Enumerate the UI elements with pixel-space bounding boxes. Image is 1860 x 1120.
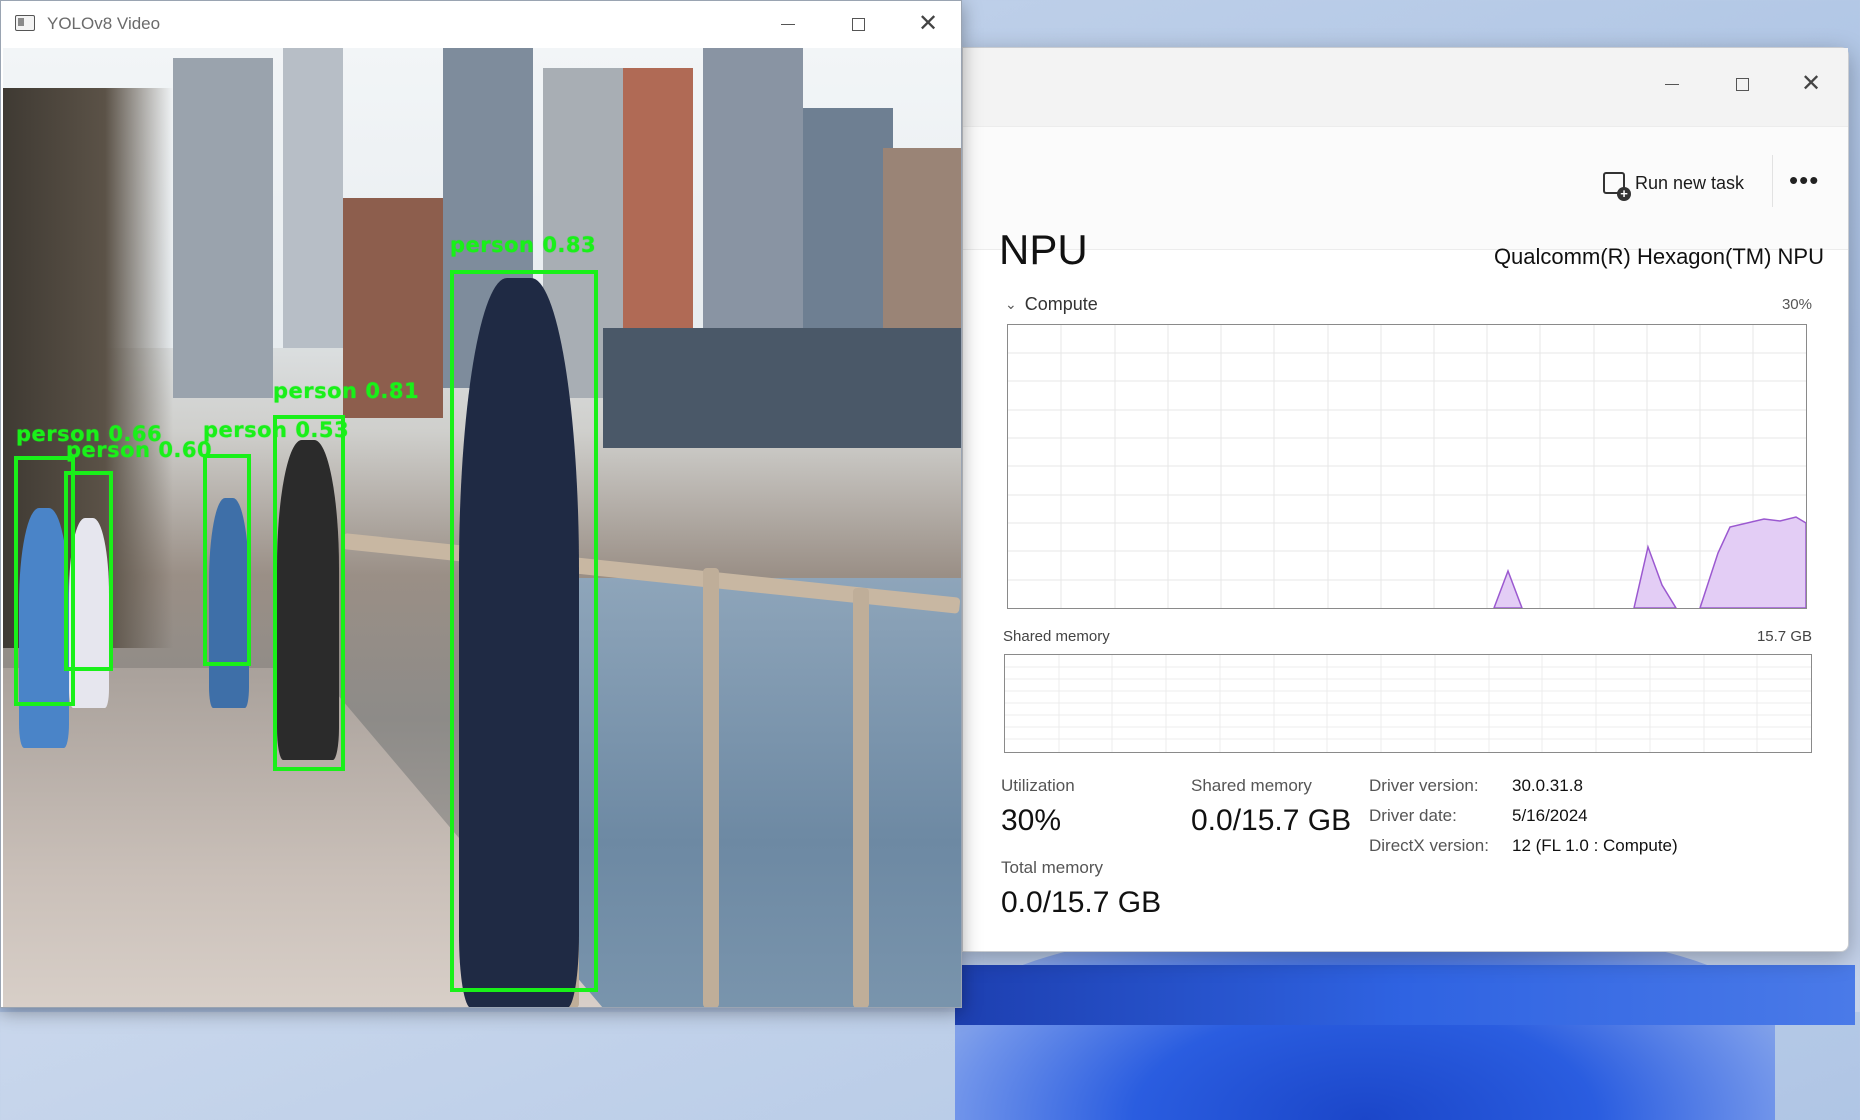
run-new-task-label: Run new task <box>1635 172 1745 193</box>
run-new-task-button[interactable]: Run new task <box>1603 165 1744 201</box>
detection-label: person 0.83 <box>450 233 597 257</box>
minimize-button[interactable] <box>753 1 823 47</box>
close-icon: ✕ <box>917 10 939 37</box>
video-railing-post <box>853 588 869 1007</box>
close-button[interactable]: ✕ <box>893 1 963 47</box>
directx-version-key: DirectX version: <box>1369 836 1489 855</box>
directx-version-value: 12 (FL 1.0 : Compute) <box>1512 836 1678 855</box>
shared-memory-grid <box>1005 655 1811 752</box>
detection-box <box>450 270 598 992</box>
task-manager-window: ✕ Run new task ••• NPU Qualcomm(R) Hexag… <box>962 47 1849 952</box>
detection-label: person 0.81 <box>273 379 420 403</box>
minimize-icon <box>781 23 795 25</box>
yolo-video-window: YOLOv8 Video ✕ person 0.83 person 0.81 p… <box>0 0 962 1008</box>
detection-box <box>203 454 251 666</box>
minimize-icon <box>1665 83 1679 85</box>
utilization-label: Utilization <box>1001 776 1075 795</box>
compute-max-label: 30% <box>1781 296 1812 313</box>
command-bar: Run new task ••• <box>963 126 1848 250</box>
driver-date-key: Driver date: <box>1369 806 1457 825</box>
driver-date-value: 5/16/2024 <box>1512 806 1588 825</box>
video-pier-building <box>603 328 961 448</box>
shared-memory-value: 0.0/15.7 GB <box>1191 804 1352 837</box>
driver-version-value: 30.0.31.8 <box>1512 776 1583 795</box>
yolo-titlebar[interactable]: YOLOv8 Video ✕ <box>1 1 961 47</box>
compute-dropdown[interactable]: ⌄ Compute <box>1005 294 1098 315</box>
total-memory-value: 0.0/15.7 GB <box>1001 886 1162 919</box>
shared-memory-graph-label: Shared memory <box>1003 628 1110 645</box>
maximize-icon <box>851 17 865 31</box>
detection-label: person 0.60 <box>66 438 213 462</box>
maximize-icon <box>1735 77 1749 91</box>
page-title: NPU <box>999 226 1088 273</box>
compute-graph-svg <box>1008 325 1807 609</box>
shared-memory-label: Shared memory <box>1191 776 1312 795</box>
utilization-value: 30% <box>1001 804 1062 837</box>
more-icon: ••• <box>1789 165 1820 195</box>
video-frame: person 0.83 person 0.81 person 0.53 pers… <box>3 48 961 1007</box>
shared-memory-graph-svg <box>1005 655 1811 752</box>
window-title: YOLOv8 Video <box>47 14 161 33</box>
compute-grid <box>1008 325 1806 608</box>
task-manager-titlebar[interactable]: ✕ <box>963 48 1848 126</box>
video-building <box>283 48 343 348</box>
detection-box <box>64 471 113 671</box>
shared-memory-graph-max: 15.7 GB <box>1756 628 1812 645</box>
close-button[interactable]: ✕ <box>1776 66 1846 102</box>
video-building <box>173 58 273 398</box>
device-name: Qualcomm(R) Hexagon(TM) NPU <box>1493 244 1824 269</box>
total-memory-label: Total memory <box>1001 858 1104 877</box>
app-window-icon <box>15 15 35 31</box>
run-task-icon <box>1603 172 1631 201</box>
compute-usage-area <box>1492 516 1807 609</box>
compute-graph <box>1007 324 1807 609</box>
driver-version-key: Driver version: <box>1369 776 1479 795</box>
minimize-button[interactable] <box>1637 66 1707 102</box>
video-railing-post <box>703 568 719 1007</box>
close-icon: ✕ <box>1800 70 1822 97</box>
detection-box <box>273 415 345 771</box>
maximize-button[interactable] <box>823 1 893 47</box>
more-options-button[interactable]: ••• <box>1789 167 1819 193</box>
desktop-wallpaper-band <box>955 965 1855 1025</box>
compute-label: Compute <box>1024 294 1098 314</box>
shared-memory-graph <box>1004 654 1812 753</box>
maximize-button[interactable] <box>1707 66 1777 102</box>
chevron-down-icon: ⌄ <box>1005 296 1017 312</box>
command-bar-divider <box>1772 155 1773 207</box>
detection-label: person 0.53 <box>203 418 350 442</box>
